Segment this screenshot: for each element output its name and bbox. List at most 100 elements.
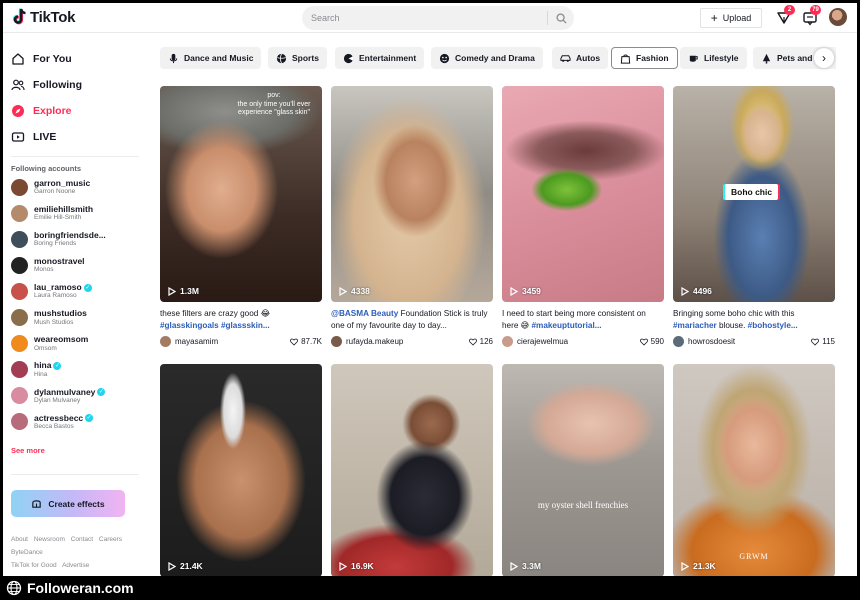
following-accounts-title: Following accounts <box>11 164 82 173</box>
video-overlay-text: Boho chic <box>725 184 779 200</box>
following-account-item[interactable]: lau_ramoso ✓ Laura Ramoso <box>11 279 141 303</box>
video-thumbnail[interactable]: Boho chic 4496 <box>673 86 835 302</box>
upload-label: Upload <box>722 13 752 23</box>
account-display-name: Hina <box>34 370 48 378</box>
author-username: mayasamim <box>175 337 219 346</box>
video-card[interactable]: GRWM 21.3K <box>673 364 835 576</box>
nav-explore[interactable]: Explore <box>11 100 72 122</box>
create-effects-button[interactable]: Create effects <box>11 490 125 517</box>
video-card[interactable]: my oyster shell frenchies 3.3M <box>502 364 664 576</box>
footer-link[interactable]: ByteDance <box>11 549 43 556</box>
category-comedy-and-drama[interactable]: Comedy and Drama <box>431 47 543 69</box>
inbox-button[interactable]: 2 <box>776 5 795 26</box>
view-count: 21.4K <box>168 561 203 571</box>
category-fashion[interactable]: Fashion <box>611 47 678 69</box>
tiktok-logo[interactable]: TikTok <box>13 8 75 26</box>
category-sports[interactable]: Sports <box>268 47 327 69</box>
upload-button[interactable]: + Upload <box>700 8 762 28</box>
view-count: 21.3K <box>681 561 716 571</box>
caption-hashtags[interactable]: #glasskingoals #glassskin... <box>160 321 270 330</box>
account-text: lau_ramoso ✓ Laura Ramoso <box>34 282 92 299</box>
video-caption[interactable]: I need to start being more consistent on… <box>502 308 664 331</box>
video-card[interactable]: 16.9K <box>331 364 493 576</box>
caption-mention[interactable]: @BASMA Beauty <box>331 309 398 318</box>
video-card[interactable]: Boho chic 4496 Bringing some boho chic w… <box>673 86 835 347</box>
video-author[interactable]: mayasamim <box>160 336 218 347</box>
account-username-text: dylanmulvaney <box>34 386 96 397</box>
following-account-item[interactable]: actressbecc ✓ Becca Bastos <box>11 410 141 434</box>
video-thumbnail[interactable]: 3459 <box>502 86 664 302</box>
video-card[interactable]: 21.4K <box>160 364 322 576</box>
view-count: 1.3M <box>168 286 199 296</box>
category-autos[interactable]: Autos <box>552 47 609 69</box>
video-card[interactable]: 3459 I need to start being more consiste… <box>502 86 664 347</box>
nav-for-you[interactable]: For You <box>11 48 72 70</box>
account-username: hina ✓ <box>34 361 62 370</box>
video-thumbnail[interactable]: 21.4K <box>160 364 322 576</box>
footer-link[interactable]: Advertise <box>62 562 89 569</box>
play-icon <box>339 561 347 571</box>
account-text: hina ✓ Hina <box>34 361 62 378</box>
footer-link[interactable]: Contact <box>71 536 93 543</box>
nav-live[interactable]: LIVE <box>11 126 56 148</box>
footer-link[interactable]: Careers <box>99 536 122 543</box>
following-account-item[interactable]: boringfriendsde... Boring Friends <box>11 227 141 251</box>
footer-link[interactable]: Newsroom <box>34 536 65 543</box>
video-caption[interactable]: Bringing some boho chic with this #maria… <box>673 308 835 331</box>
account-username-text: emiliehillsmith <box>34 203 94 214</box>
category-label: Autos <box>576 53 601 63</box>
video-author[interactable]: howrosdoesit <box>673 336 735 347</box>
caption-hashtags[interactable]: #bohostyle... <box>748 321 798 330</box>
account-text: dylanmulvaney ✓ Dylan Mulvaney <box>34 386 106 404</box>
category-lifestyle[interactable]: Lifestyle <box>680 47 747 69</box>
see-more-link[interactable]: See more <box>11 446 45 455</box>
account-text: monostravel Monos <box>34 256 85 273</box>
category-scroll-next-button[interactable]: › <box>814 48 834 68</box>
video-thumbnail[interactable]: pov: the only time you'll ever experienc… <box>160 86 322 302</box>
video-caption[interactable]: @BASMA Beauty Foundation Stick is truly … <box>331 308 493 331</box>
caption-hashtags[interactable]: #mariacher <box>673 321 717 330</box>
nav-following[interactable]: Following <box>11 74 82 96</box>
messages-button[interactable]: 79 <box>802 5 821 26</box>
account-username-text: boringfriendsde... <box>34 229 106 240</box>
chevron-right-icon: › <box>822 51 826 65</box>
following-account-item[interactable]: dylanmulvaney ✓ Dylan Mulvaney <box>11 384 141 408</box>
account-username: mushstudios <box>34 308 87 318</box>
account-avatar <box>11 335 28 353</box>
video-author[interactable]: cierajewelmua <box>502 336 568 347</box>
following-account-item[interactable]: weareomsom Omsom <box>11 332 141 356</box>
author-username: cierajewelmua <box>517 337 569 346</box>
account-display-name: Garron Noone <box>34 188 76 196</box>
ball-icon <box>276 53 287 63</box>
tiktok-logo-icon <box>13 8 27 26</box>
video-thumbnail[interactable]: my oyster shell frenchies 3.3M <box>502 364 664 576</box>
video-author[interactable]: rufayda.makeup <box>331 336 403 347</box>
profile-avatar[interactable] <box>829 8 847 26</box>
account-username: garron_music <box>34 178 90 188</box>
following-account-item[interactable]: mushstudios Mush Studios <box>11 306 141 330</box>
video-caption[interactable]: these filters are crazy good 😂 #glasskin… <box>160 308 322 331</box>
video-card[interactable]: 4338 @BASMA Beauty Foundation Stick is t… <box>331 86 493 347</box>
footer-link[interactable]: About <box>11 536 28 543</box>
category-dance-and-music[interactable]: Dance and Music <box>160 47 262 69</box>
entertainment-icon <box>343 53 354 63</box>
following-account-item[interactable]: emiliehillsmith Emilie Hill-Smith <box>11 201 141 225</box>
following-account-item[interactable]: monostravel Monos <box>11 253 141 277</box>
footer-link[interactable]: TikTok for Good <box>11 562 57 569</box>
view-count-value: 4496 <box>693 286 712 296</box>
following-account-item[interactable]: hina ✓ Hina <box>11 358 141 382</box>
caption-hashtags[interactable]: #makeuptutorial... <box>531 321 601 330</box>
search-button[interactable] <box>548 6 574 30</box>
video-thumbnail[interactable]: 4338 <box>331 86 493 302</box>
category-entertainment[interactable]: Entertainment <box>335 47 425 69</box>
following-account-item[interactable]: garron_music Garron Noone <box>11 175 141 199</box>
video-thumbnail[interactable]: GRWM 21.3K <box>673 364 835 576</box>
category-bar: Dance and Music Sports Entertainment Com… <box>160 47 836 71</box>
search-input[interactable] <box>302 13 547 23</box>
like-count: 115 <box>822 337 835 346</box>
account-text: garron_music Garron Noone <box>34 178 90 196</box>
account-username: dylanmulvaney ✓ <box>34 386 106 397</box>
video-card[interactable]: pov: the only time you'll ever experienc… <box>160 86 322 347</box>
video-thumbnail[interactable]: 16.9K <box>331 364 493 576</box>
like-count: 87.7K <box>301 337 322 346</box>
